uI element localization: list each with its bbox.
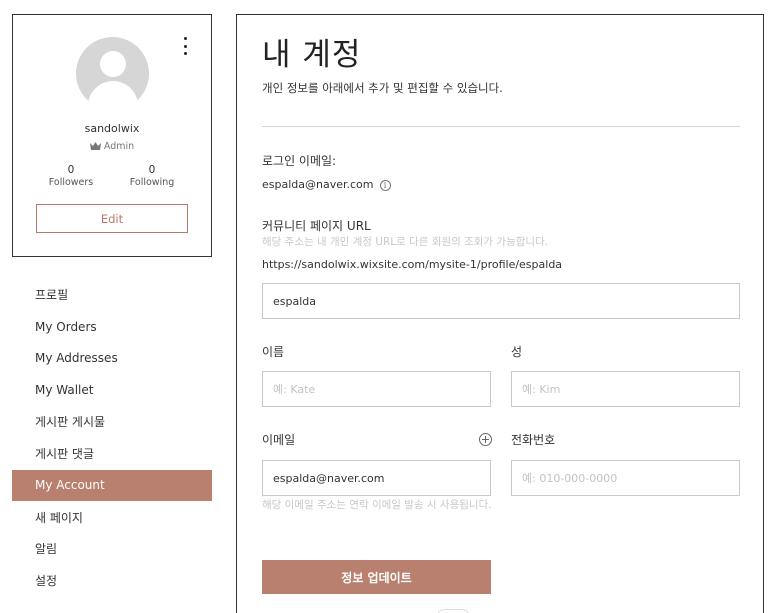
login-email-row: espalda@naver.com i [262,178,391,191]
profile-card: sandolwix Admin 0 Followers 0 Following … [12,14,212,257]
last-name-label: 성 [511,345,523,359]
avatar-head [100,51,126,77]
login-email-value: espalda@naver.com [262,178,374,191]
username: sandolwix [84,122,140,135]
phone-label: 전화번호 [511,433,556,447]
sidebar-item-my-wallet[interactable]: My Wallet [12,374,212,406]
followers-label: Followers [48,177,94,188]
info-icon[interactable]: i [379,180,391,191]
sidebar-item-my-addresses[interactable]: My Addresses [12,343,212,375]
community-url-value: https://sandolwix.wixsite.com/mysite-1/p… [262,258,563,271]
sidebar-item-profile[interactable]: 프로필 [12,279,212,311]
edit-profile-button[interactable]: Edit [36,204,188,233]
role-badge: Admin [13,141,211,152]
sidebar-item-settings[interactable]: 설정 [12,565,212,597]
phone-field[interactable]: 예: 010-000-0000 [511,460,740,496]
followers-stat[interactable]: 0 Followers [36,164,106,188]
sidebar-item-forum-comments[interactable]: 게시판 댓글 [12,438,212,470]
role-label: Admin [103,141,135,152]
first-name-field[interactable]: 예: Kate [262,371,491,407]
following-label: Following [129,177,175,188]
toggle-switch[interactable] [437,609,469,613]
avatar[interactable] [76,37,149,110]
community-url-label: 커뮤니티 페이지 URL [262,219,371,233]
sidebar-item-notifications[interactable]: 알림 [12,533,212,565]
update-info-button[interactable]: 정보 업데이트 [262,560,491,594]
following-count: 0 [148,164,156,176]
email-field[interactable]: espalda@naver.com [262,460,491,496]
divider [262,126,740,127]
login-email-label: 로그인 이메일: [262,154,337,168]
sidebar-item-my-account[interactable]: My Account [12,469,212,502]
page-subtitle: 개인 정보를 아래에서 추가 및 편집할 수 있습니다. [262,81,503,95]
account-panel: 내 계정 개인 정보를 아래에서 추가 및 편집할 수 있습니다. 로그인 이메… [236,14,764,613]
sidebar-item-forum-posts[interactable]: 게시판 게시물 [12,406,212,438]
sidebar-item-new-page[interactable]: 새 페이지 [12,501,212,533]
followers-count: 0 [67,164,75,176]
sidebar-item-my-orders[interactable]: My Orders [12,311,212,343]
community-url-hint: 해당 주소는 내 개인 계정 URL로 다른 회원의 조회가 가능합니다. [262,236,549,248]
last-name-field[interactable]: 예: Kim [511,371,740,407]
email-label: 이메일 [262,433,296,447]
avatar-body [88,81,138,110]
email-hint: 해당 이메일 주소는 연락 이메일 발송 시 사용됩니다. [262,499,492,511]
add-email-icon[interactable] [479,433,492,446]
more-options-icon[interactable] [181,37,189,55]
following-stat[interactable]: 0 Following [117,164,187,188]
sidebar-nav: 프로필 My Orders My Addresses My Wallet 게시판… [12,279,212,597]
first-name-label: 이름 [262,345,285,359]
crown-icon [89,142,101,150]
profile-slug-input[interactable]: espalda [262,283,740,319]
page-title: 내 계정 [262,37,362,73]
